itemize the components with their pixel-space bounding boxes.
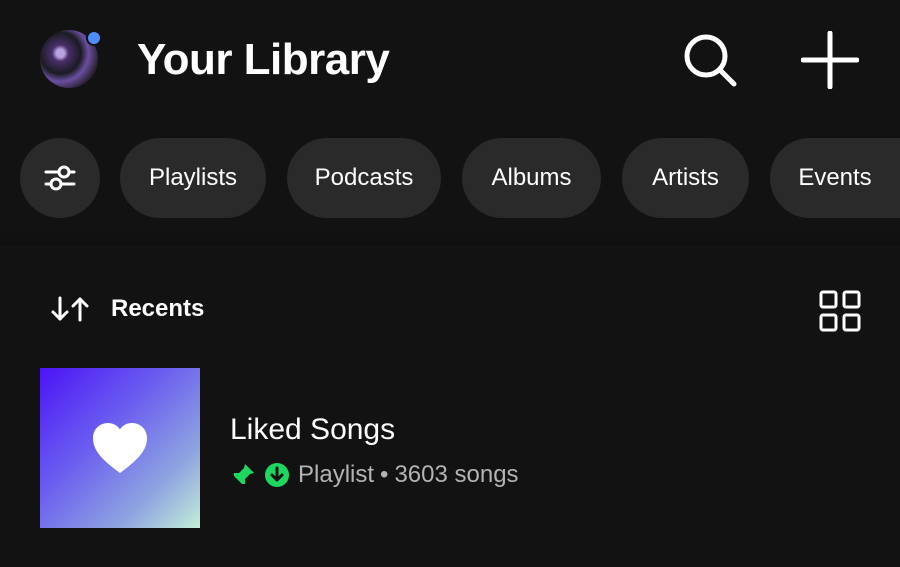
chip-podcasts[interactable]: Podcasts [287,138,441,218]
section-divider [0,222,900,246]
sort-row: Recents [0,285,900,335]
meta-separator: • [380,461,389,488]
plus-icon [801,31,859,89]
song-count: 3603 songs [394,461,519,488]
notification-dot [86,30,102,46]
chip-playlists[interactable]: Playlists [120,138,266,218]
library-item-liked-songs[interactable]: Liked Songs Playlist • 3603 songs [40,368,860,528]
chip-events[interactable]: Events [770,138,900,218]
pin-icon [232,464,254,486]
filter-options-button[interactable] [20,138,100,218]
search-button[interactable] [680,30,740,90]
downloaded-icon [265,463,289,487]
sort-label[interactable]: Recents [111,295,204,323]
sort-arrows-icon[interactable] [50,295,92,323]
grid-view-icon[interactable] [818,289,862,333]
add-button[interactable] [800,30,860,90]
item-meta: Playlist • 3603 songs [230,460,519,490]
search-icon [684,34,737,87]
heart-icon [93,423,147,473]
chip-albums[interactable]: Albums [462,138,601,218]
filter-chips: Playlists Podcasts Albums Artists Events [0,138,900,222]
item-type: Playlist [298,461,375,488]
playlist-cover [40,368,200,528]
sliders-icon [44,165,76,191]
item-title: Liked Songs [230,413,396,446]
page-title: Your Library [137,35,390,84]
header: Your Library [0,0,900,120]
chip-artists[interactable]: Artists [622,138,749,218]
